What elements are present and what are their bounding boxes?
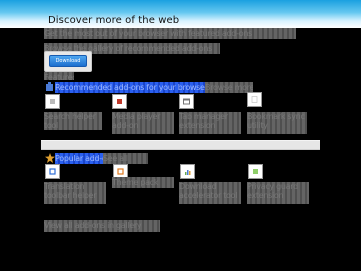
red-square-icon[interactable] xyxy=(112,94,127,109)
section2-tile-4-label[interactable]: Privacy guard extension xyxy=(247,182,309,204)
page-title: Discover more of the web xyxy=(48,15,180,26)
section1-title-suffix[interactable]: Browse more xyxy=(205,82,253,93)
puzzle-icon xyxy=(46,82,53,91)
section2-tile-1-label[interactable]: Translation toolbar helper xyxy=(44,182,106,204)
blank-page-icon[interactable] xyxy=(247,92,262,107)
star-icon xyxy=(45,153,55,163)
section-small-label: Featured xyxy=(44,72,74,80)
section-divider xyxy=(41,140,320,150)
section1-tile-2-label[interactable]: Media player add-on xyxy=(112,112,174,134)
section2-tile-3-label[interactable]: Download accelerator tool xyxy=(179,182,241,204)
section2-tile-2-label[interactable]: Theme pack xyxy=(112,177,174,188)
page-icon[interactable] xyxy=(45,94,60,109)
section1-title-link[interactable]: Recommended add-ons for your browser xyxy=(55,82,205,93)
section2-title-suffix[interactable]: See all xyxy=(103,153,148,164)
section1-tile-3-label[interactable]: Tab manager extension xyxy=(179,112,241,134)
section1-tile-1-label[interactable]: Search helper tool xyxy=(44,112,102,130)
blue-page-icon[interactable] xyxy=(45,164,60,179)
download-button[interactable]: Download xyxy=(49,55,87,67)
view-all-link[interactable]: View all add-ons in gallery xyxy=(44,220,160,232)
window-icon[interactable] xyxy=(179,94,194,109)
green-page-icon[interactable] xyxy=(248,164,263,179)
section2-title-link[interactable]: Popular add-ons xyxy=(55,153,103,164)
download-button-frame: Download xyxy=(44,51,92,72)
section1-tile-4-label[interactable]: Bookmark sync utility xyxy=(247,112,307,134)
chart-icon[interactable] xyxy=(180,164,195,179)
intro-line-1: Get the most out of your browser with fe… xyxy=(44,28,296,39)
